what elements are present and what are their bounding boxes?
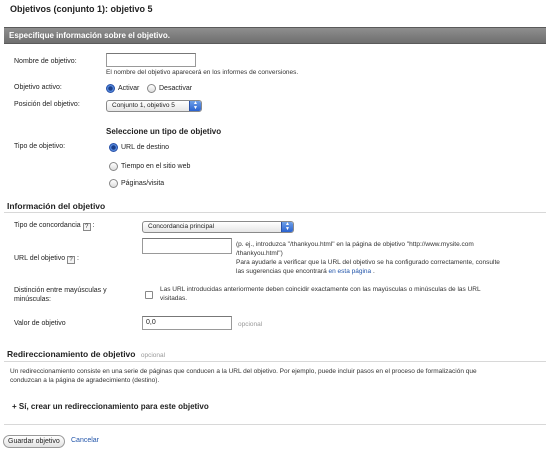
goal-value-optional: opcional [238,321,263,328]
deactivate-radio-label[interactable]: Desactivar [159,85,192,92]
goal-url-hint-line: (p. ej., introduzca "/thankyou.html" en … [236,241,474,248]
case-sensitive-label-line: Distinción entre mayúsculas y [14,287,107,294]
goal-url-hint-line: las sugerencias que encontrará [236,268,327,275]
pages-per-visit-label[interactable]: Páginas/visita [121,180,164,187]
goal-url-hint: (p. ej., introduzca "/thankyou.html" en … [236,240,541,276]
pages-per-visit-radio[interactable] [109,179,118,188]
case-sensitive-hint-line: Las URL introducidas anteriormente deben… [160,286,481,293]
match-type-label: Tipo de concordancia ? : [14,222,95,231]
url-destination-label[interactable]: URL de destino [121,144,169,151]
match-type-label-text: Tipo de concordancia [14,222,81,229]
match-type-value: Concordancia principal [148,223,215,230]
funnel-description: Un redireccionamiento consiste en una se… [10,367,545,385]
goal-value-input[interactable]: 0,0 [142,316,232,330]
funnel-heading: Redireccionamiento de objetivo opcional [7,349,165,359]
save-goal-button[interactable]: Guardar objetivo [3,435,65,448]
goal-position-value: Conjunto 1, objetivo 5 [112,102,175,109]
case-sensitive-hint: Las URL introducidas anteriormente deben… [160,285,545,303]
funnel-description-line: Un redireccionamiento consiste en una se… [10,368,477,375]
cancel-link[interactable]: Cancelar [71,437,99,444]
goal-position-select[interactable]: Conjunto 1, objetivo 5 ▲ ▼ [106,100,202,112]
funnel-description-line: conduzcan a la página de agradecimiento … [10,377,160,384]
goal-url-hint-end: . [372,268,375,275]
divider [4,212,546,213]
section-header-bar: Especifique información sobre el objetiv… [4,27,546,44]
divider [4,361,546,362]
match-type-select[interactable]: Concordancia principal ▲ ▼ [142,221,294,233]
goal-url-hint-line: Para ayudarle a verificar que la URL del… [236,259,500,266]
funnel-optional: opcional [140,352,166,359]
goal-type-heading: Seleccione un tipo de objetivo [106,127,222,136]
funnel-heading-text: Redireccionamiento de objetivo [7,349,136,359]
goal-name-label: Nombre de objetivo: [14,58,77,65]
page-title: Objetivos (conjunto 1): objetivo 5 [10,4,153,14]
case-sensitive-hint-line: visitadas. [160,295,188,302]
goal-info-heading: Información del objetivo [7,201,106,211]
goal-type-label: Tipo de objetivo: [14,143,66,150]
goal-value-label: Valor de objetivo [14,320,66,327]
goal-name-input[interactable] [106,53,196,67]
select-arrows-icon: ▲ ▼ [189,101,201,111]
time-on-site-label[interactable]: Tiempo en el sitio web [121,163,190,170]
goal-active-label: Objetivo activo: [14,84,62,91]
activate-radio-label[interactable]: Activar [118,85,139,92]
case-sensitive-label: Distinción entre mayúsculas y minúsculas… [14,286,107,304]
time-on-site-radio[interactable] [109,162,118,171]
url-destination-radio[interactable] [109,143,118,152]
goal-url-label: URL del objetivo ? : [14,255,79,264]
case-sensitive-label-line: minúsculas: [14,296,51,303]
help-page-link[interactable]: en esta página [329,268,372,275]
activate-radio[interactable] [106,84,115,93]
goal-url-input[interactable] [142,238,232,254]
goal-url-hint-line: /thankyou.html") [236,250,283,257]
deactivate-radio[interactable] [147,84,156,93]
section-header-label: Especifique información sobre el objetiv… [9,31,170,40]
select-arrows-icon: ▲ ▼ [281,222,293,232]
goal-position-label: Posición del objetivo: [14,101,80,108]
case-sensitive-checkbox[interactable] [145,291,153,299]
help-icon[interactable]: ? [67,256,76,264]
divider [4,424,546,425]
create-funnel-link[interactable]: + Sí, crear un redireccionamiento para e… [12,402,209,411]
help-icon[interactable]: ? [82,223,91,231]
goal-url-label-text: URL del objetivo [14,255,66,262]
goal-name-hint: El nombre del objetivo aparecerá en los … [106,69,299,76]
